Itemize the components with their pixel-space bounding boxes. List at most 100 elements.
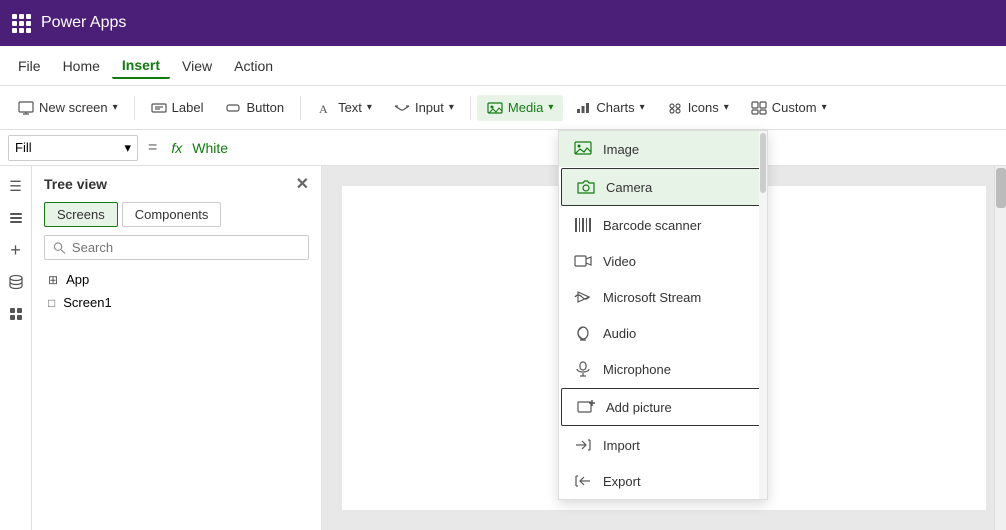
screen1-icon: □ (48, 296, 55, 310)
icons-icon (667, 100, 683, 116)
add-picture-icon (576, 397, 596, 417)
dropdown-item-image[interactable]: Image (559, 131, 767, 167)
media-button[interactable]: Media ▾ (477, 95, 563, 121)
menu-view[interactable]: View (172, 54, 222, 78)
main-layout: ☰ + Tree view (0, 166, 1006, 530)
export-label: Export (603, 474, 641, 489)
menu-insert[interactable]: Insert (112, 53, 170, 79)
tree-tabs: Screens Components (32, 202, 321, 227)
charts-label: Charts (596, 100, 634, 115)
dropdown-item-microphone[interactable]: Microphone (559, 351, 767, 387)
menu-home[interactable]: Home (53, 54, 110, 78)
ms-stream-icon (573, 287, 593, 307)
label-icon (151, 100, 167, 116)
new-screen-chevron: ▾ (113, 102, 118, 113)
new-screen-button[interactable]: New screen ▾ (8, 95, 128, 121)
canvas-scrollbar-thumb[interactable] (996, 168, 1006, 208)
button-label: Button (246, 100, 284, 115)
export-icon (573, 471, 593, 491)
app-title: Power Apps (41, 14, 126, 32)
label-button[interactable]: Label (141, 95, 214, 121)
search-input[interactable] (72, 240, 300, 255)
custom-chevron: ▾ (822, 102, 827, 113)
add-picture-label: Add picture (606, 400, 672, 415)
tree-header: Tree view ✕ (32, 166, 321, 202)
dropdown-item-barcode[interactable]: Barcode scanner (559, 207, 767, 243)
media-label: Media (508, 100, 543, 115)
tree-item-app[interactable]: ⊞ App (32, 268, 321, 291)
sidebar-layers-icon[interactable] (4, 206, 28, 230)
icons-button[interactable]: Icons ▾ (657, 95, 739, 121)
sidebar-components-icon[interactable] (4, 302, 28, 326)
sidebar-data-icon[interactable] (4, 270, 28, 294)
barcode-label: Barcode scanner (603, 218, 701, 233)
dropdown-item-video[interactable]: Video (559, 243, 767, 279)
custom-label: Custom (772, 100, 817, 115)
charts-button[interactable]: Charts ▾ (565, 95, 654, 121)
camera-icon (576, 177, 596, 197)
input-button[interactable]: Input ▾ (384, 95, 464, 121)
tree-panel: Tree view ✕ Screens Components ⊞ App □ S… (32, 166, 322, 530)
menu-action[interactable]: Action (224, 54, 283, 78)
tree-title: Tree view (44, 176, 107, 192)
toolbar: New screen ▾ Label Button A Te (0, 86, 1006, 130)
dropdown-item-audio[interactable]: Audio (559, 315, 767, 351)
custom-button[interactable]: Custom ▾ (741, 95, 837, 121)
dropdown-item-camera[interactable]: Camera (561, 168, 765, 206)
camera-label: Camera (606, 180, 652, 195)
media-chevron: ▾ (548, 102, 553, 113)
sidebar-add-icon[interactable]: + (4, 238, 28, 262)
sep2 (300, 96, 301, 120)
charts-chevron: ▾ (640, 102, 645, 113)
text-button[interactable]: A Text ▾ (307, 95, 382, 121)
search-icon (53, 241, 66, 255)
tab-components[interactable]: Components (122, 202, 222, 227)
sep3 (470, 96, 471, 120)
new-screen-label: New screen (39, 100, 108, 115)
dropdown-scrollbar[interactable] (759, 131, 767, 499)
image-icon (573, 139, 593, 159)
formula-bar: Fill ▾ = fx White (0, 130, 1006, 166)
audio-label: Audio (603, 326, 636, 341)
svg-text:A: A (319, 102, 328, 115)
tree-item-screen1[interactable]: □ Screen1 (32, 291, 321, 314)
sidebar-menu-icon[interactable]: ☰ (4, 174, 28, 198)
app-grid-icon (12, 14, 31, 33)
left-sidebar: ☰ + (0, 166, 32, 530)
fx-label: fx (167, 140, 186, 156)
ms-stream-label: Microsoft Stream (603, 290, 701, 305)
icons-chevron: ▾ (724, 102, 729, 113)
tree-close-button[interactable]: ✕ (296, 174, 309, 194)
video-icon (573, 251, 593, 271)
text-label: Text (338, 100, 362, 115)
screen1-label: Screen1 (63, 295, 111, 310)
microphone-icon (573, 359, 593, 379)
dropdown-scroll-thumb[interactable] (760, 133, 766, 193)
dropdown-item-ms-stream[interactable]: Microsoft Stream (559, 279, 767, 315)
tab-screens[interactable]: Screens (44, 202, 118, 227)
image-label: Image (603, 142, 639, 157)
dropdown-item-add-picture[interactable]: Add picture (561, 388, 765, 426)
canvas-scrollbar[interactable] (994, 166, 1006, 530)
menu-bar: File Home Insert View Action (0, 46, 1006, 86)
tree-search-container (44, 235, 309, 260)
text-chevron: ▾ (367, 102, 372, 113)
media-dropdown: Image Camera Barcode scanner (558, 130, 768, 500)
property-value: Fill (15, 140, 32, 155)
app-label: App (66, 272, 89, 287)
equals-sign: = (144, 139, 161, 157)
input-icon (394, 100, 410, 116)
title-bar: Power Apps (0, 0, 1006, 46)
import-icon (573, 435, 593, 455)
input-chevron: ▾ (449, 102, 454, 113)
dropdown-item-import[interactable]: Import (559, 427, 767, 463)
input-label: Input (415, 100, 444, 115)
menu-file[interactable]: File (8, 54, 51, 78)
app-icon: ⊞ (48, 273, 58, 287)
new-screen-icon (18, 100, 34, 116)
property-dropdown[interactable]: Fill ▾ (8, 135, 138, 161)
dropdown-item-export[interactable]: Export (559, 463, 767, 499)
button-toolbar-btn[interactable]: Button (215, 95, 294, 121)
text-icon: A (317, 100, 333, 116)
sep1 (134, 96, 135, 120)
